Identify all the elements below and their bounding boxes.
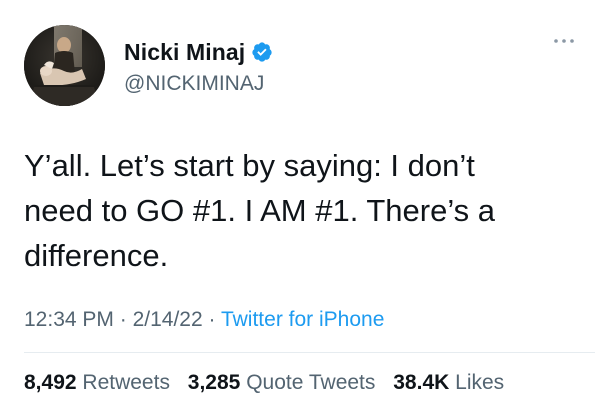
divider	[24, 352, 595, 353]
engagement-stats: 8,492 Retweets 3,285 Quote Tweets 38.4K …	[24, 371, 516, 395]
likes-stat[interactable]: 38.4K Likes	[393, 371, 504, 394]
author-handle[interactable]: @NICKIMINAJ	[124, 72, 264, 96]
tweet-date[interactable]: 2/14/22	[133, 308, 203, 331]
tweet-card: Nicki Minaj @NICKIMINAJ Y’all. Let’s sta…	[0, 0, 595, 413]
likes-count: 38.4K	[393, 371, 450, 394]
meta-separator: ·	[119, 308, 127, 331]
more-dots-icon[interactable]	[552, 34, 576, 46]
tweet-text: Y’all. Let’s start by saying: I don’t ne…	[24, 148, 496, 273]
retweets-label: Retweets	[82, 371, 170, 394]
likes-label: Likes	[455, 371, 505, 394]
avatar[interactable]	[24, 25, 105, 106]
display-name[interactable]: Nicki Minaj	[124, 39, 245, 66]
quote-tweets-stat[interactable]: 3,285 Quote Tweets	[188, 371, 376, 394]
tweet-time[interactable]: 12:34 PM	[24, 308, 114, 331]
quote-tweets-count: 3,285	[187, 371, 241, 394]
retweets-count: 8,492	[24, 371, 77, 394]
tweet-source-link[interactable]: Twitter for iPhone	[221, 308, 384, 331]
author-name-row: Nicki Minaj	[124, 38, 273, 66]
avatar-image	[24, 25, 105, 106]
retweets-stat[interactable]: 8,492 Retweets	[24, 371, 170, 394]
verified-badge-icon	[251, 41, 273, 63]
tweet-meta: 12:34 PM · 2/14/22 · Twitter for iPhone	[24, 308, 384, 332]
quote-tweets-label: Quote Tweets	[246, 371, 376, 394]
meta-separator: ·	[208, 308, 216, 331]
